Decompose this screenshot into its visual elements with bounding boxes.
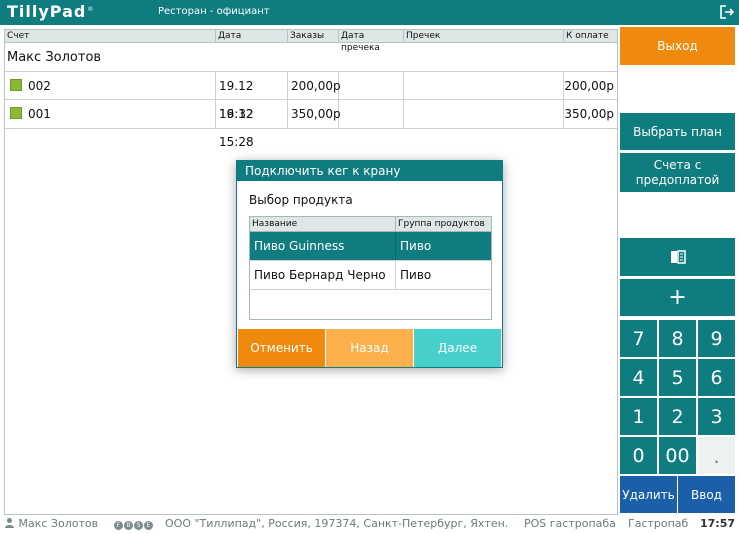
numpad-key-0[interactable]: 0 <box>620 437 657 474</box>
top-bar: TillyPad® Ресторан - официант <box>0 0 739 25</box>
to-pay-cell: 200,00р <box>564 79 614 93</box>
product-list-header: Название Группа продуктов <box>250 217 491 232</box>
connect-keg-dialog: Подключить кег к крану Выбор продукта На… <box>236 160 503 368</box>
status-flags: FBSE <box>114 514 154 534</box>
column-header-name[interactable]: Название <box>250 217 396 231</box>
column-header-date[interactable]: Дата <box>216 30 288 42</box>
venue-name: Гастропаб <box>628 517 689 530</box>
pos-name: POS гастропаба <box>524 517 616 530</box>
flag-e-icon: E <box>144 521 153 530</box>
exit-button[interactable]: Выход <box>620 27 735 65</box>
numpad-key-1[interactable]: 1 <box>620 398 657 435</box>
product-row[interactable]: Пиво Бернард Черно Пиво <box>250 261 491 290</box>
waiter-group-title: Макс Золотов <box>7 50 102 65</box>
add-button[interactable]: + <box>620 279 735 316</box>
status-square-icon <box>10 79 22 91</box>
orders-cell: 200,00р <box>288 72 341 100</box>
enter-button[interactable]: Ввод <box>678 476 735 513</box>
product-row[interactable]: Пиво Guinness Draught Пиво <box>250 232 491 281</box>
company-address: ООО "Тиллипад", Россия, 197374, Санкт-Пе… <box>165 517 507 530</box>
next-button[interactable]: Далее <box>414 329 501 367</box>
status-square-icon <box>10 107 22 119</box>
precheck-cell <box>404 72 564 100</box>
account-cell: 002 <box>5 72 216 100</box>
status-bar: Макс Золотов FBSE ООО "Тиллипад", Россия… <box>0 514 739 534</box>
numpad-key-00[interactable]: 00 <box>659 437 696 474</box>
column-header-to-pay[interactable]: К оплате <box>564 30 617 42</box>
column-header-precheck[interactable]: Пречек <box>404 30 564 42</box>
product-group: Пиво <box>400 268 432 282</box>
status-user: Макс Золотов <box>4 514 98 534</box>
clock: 17:57 <box>699 517 735 530</box>
numpad-key-4[interactable]: 4 <box>620 359 657 396</box>
product-group: Пиво <box>400 239 432 253</box>
table-row[interactable]: 001 19.12 15:28 350,00р 350,00р <box>5 99 617 149</box>
precheck-date-cell <box>339 72 404 100</box>
to-pay-cell: 350,00р <box>564 107 614 121</box>
menu-book-button[interactable] <box>620 238 735 276</box>
product-selection-label: Выбор продукта <box>249 193 353 207</box>
flag-f-icon: F <box>114 521 123 530</box>
orders-cell: 350,00р <box>288 100 341 128</box>
window-title: Ресторан - официант <box>158 6 270 17</box>
choose-plan-button[interactable]: Выбрать план <box>620 113 735 150</box>
numpad-key-dot[interactable]: . <box>698 437 735 474</box>
numpad-key-7[interactable]: 7 <box>620 320 657 357</box>
account-number: 001 <box>28 107 51 121</box>
account-number: 002 <box>28 79 51 93</box>
date-cell: 19.12 15:28 <box>216 100 288 149</box>
precheck-date-cell <box>339 100 404 128</box>
numpad-key-3[interactable]: 3 <box>698 398 735 435</box>
account-cell: 001 <box>5 100 216 128</box>
book-icon <box>670 250 686 264</box>
flag-b-icon: B <box>124 521 133 530</box>
delete-button[interactable]: Удалить <box>620 476 677 513</box>
numpad-key-8[interactable]: 8 <box>659 320 696 357</box>
product-list: Название Группа продуктов Пиво Guinness … <box>249 216 492 320</box>
date-cell: 19.12 16:32 <box>216 72 288 121</box>
dialog-title: Подключить кег к крану <box>237 161 502 181</box>
numpad-key-2[interactable]: 2 <box>659 398 696 435</box>
numpad-key-6[interactable]: 6 <box>698 359 735 396</box>
precheck-cell <box>404 100 564 128</box>
column-header-orders[interactable]: Заказы <box>288 30 339 42</box>
user-name: Макс Золотов <box>18 517 99 530</box>
column-header-account[interactable]: Счет <box>5 30 216 42</box>
app-logo: TillyPad® <box>7 2 95 21</box>
user-icon <box>5 518 14 528</box>
back-button[interactable]: Назад <box>326 329 413 367</box>
table-row[interactable]: 002 19.12 16:32 200,00р 200,00р <box>5 71 617 121</box>
column-header-precheck-date[interactable]: Дата пречека <box>339 30 404 53</box>
cancel-button[interactable]: Отменить <box>238 329 325 367</box>
product-name: Пиво Guinness Draught <box>250 232 396 281</box>
flag-s-icon: S <box>134 521 143 530</box>
numpad-key-9[interactable]: 9 <box>698 320 735 357</box>
numpad-key-5[interactable]: 5 <box>659 359 696 396</box>
product-name: Пиво Бернард Черно <box>250 261 396 289</box>
prepaid-accounts-button[interactable]: Счета с предоплатой <box>620 153 735 192</box>
logout-icon[interactable] <box>720 5 734 19</box>
table-header: Счет Дата Заказы Дата пречека Пречек К о… <box>5 30 617 53</box>
column-header-product-group[interactable]: Группа продуктов <box>396 217 491 231</box>
